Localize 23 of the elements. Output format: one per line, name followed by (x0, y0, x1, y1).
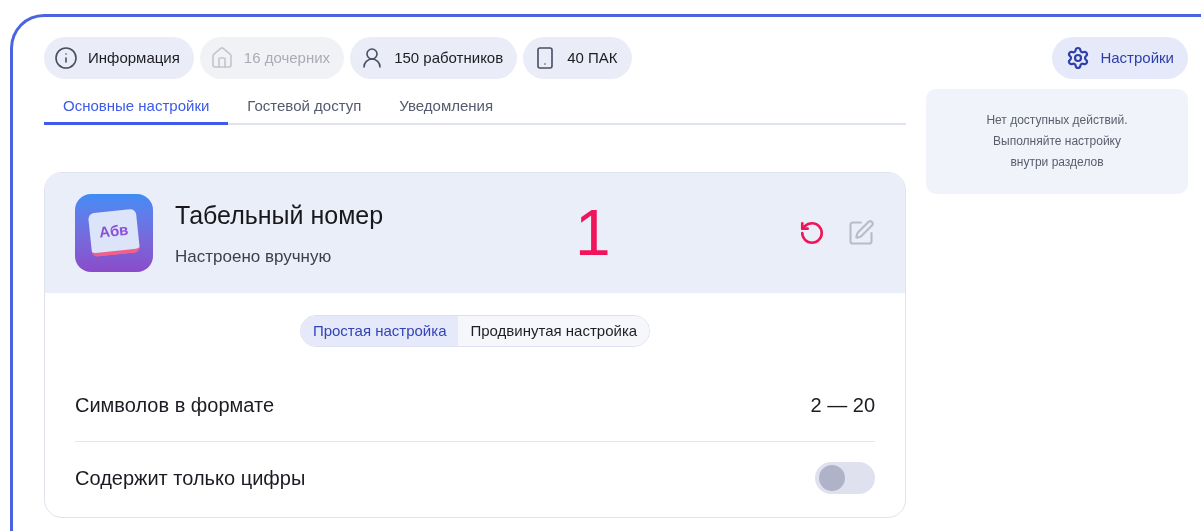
setting-value: 2 — 20 (810, 393, 875, 418)
toggle-switch[interactable] (815, 461, 875, 494)
setting-label: Символов в формате (75, 393, 275, 418)
settings-icon (1066, 46, 1091, 70)
tab[interactable]: Основные настройки (44, 91, 229, 125)
info-icon (54, 46, 78, 70)
app-icon-text: Абв (98, 219, 130, 243)
mode-tab[interactable]: Простая настройка (300, 316, 459, 346)
edit-icon[interactable] (847, 219, 875, 247)
mode-tab[interactable]: Продвинутая настройка (458, 316, 650, 346)
info-chip[interactable]: 40 ПАК (523, 37, 632, 79)
empty-actions-note: Нет доступных действий. Выполняйте настройку внутри разделов (926, 89, 1188, 194)
card-title: Табельный номер (175, 199, 385, 231)
reset-icon[interactable] (799, 220, 825, 246)
card-subtitle: Настроено вручную (175, 246, 333, 268)
house-icon (209, 46, 234, 70)
info-chip[interactable]: 150 работников (350, 37, 518, 79)
settings-button[interactable]: Настройки (1052, 37, 1188, 79)
annotation-number: 1 (575, 201, 611, 265)
setting-label: Содержит только цифры (75, 465, 306, 491)
info-chip[interactable]: Информация (44, 37, 194, 79)
tab[interactable]: Гостевой доступ (228, 91, 381, 125)
tab[interactable]: Уведомления (380, 91, 513, 125)
